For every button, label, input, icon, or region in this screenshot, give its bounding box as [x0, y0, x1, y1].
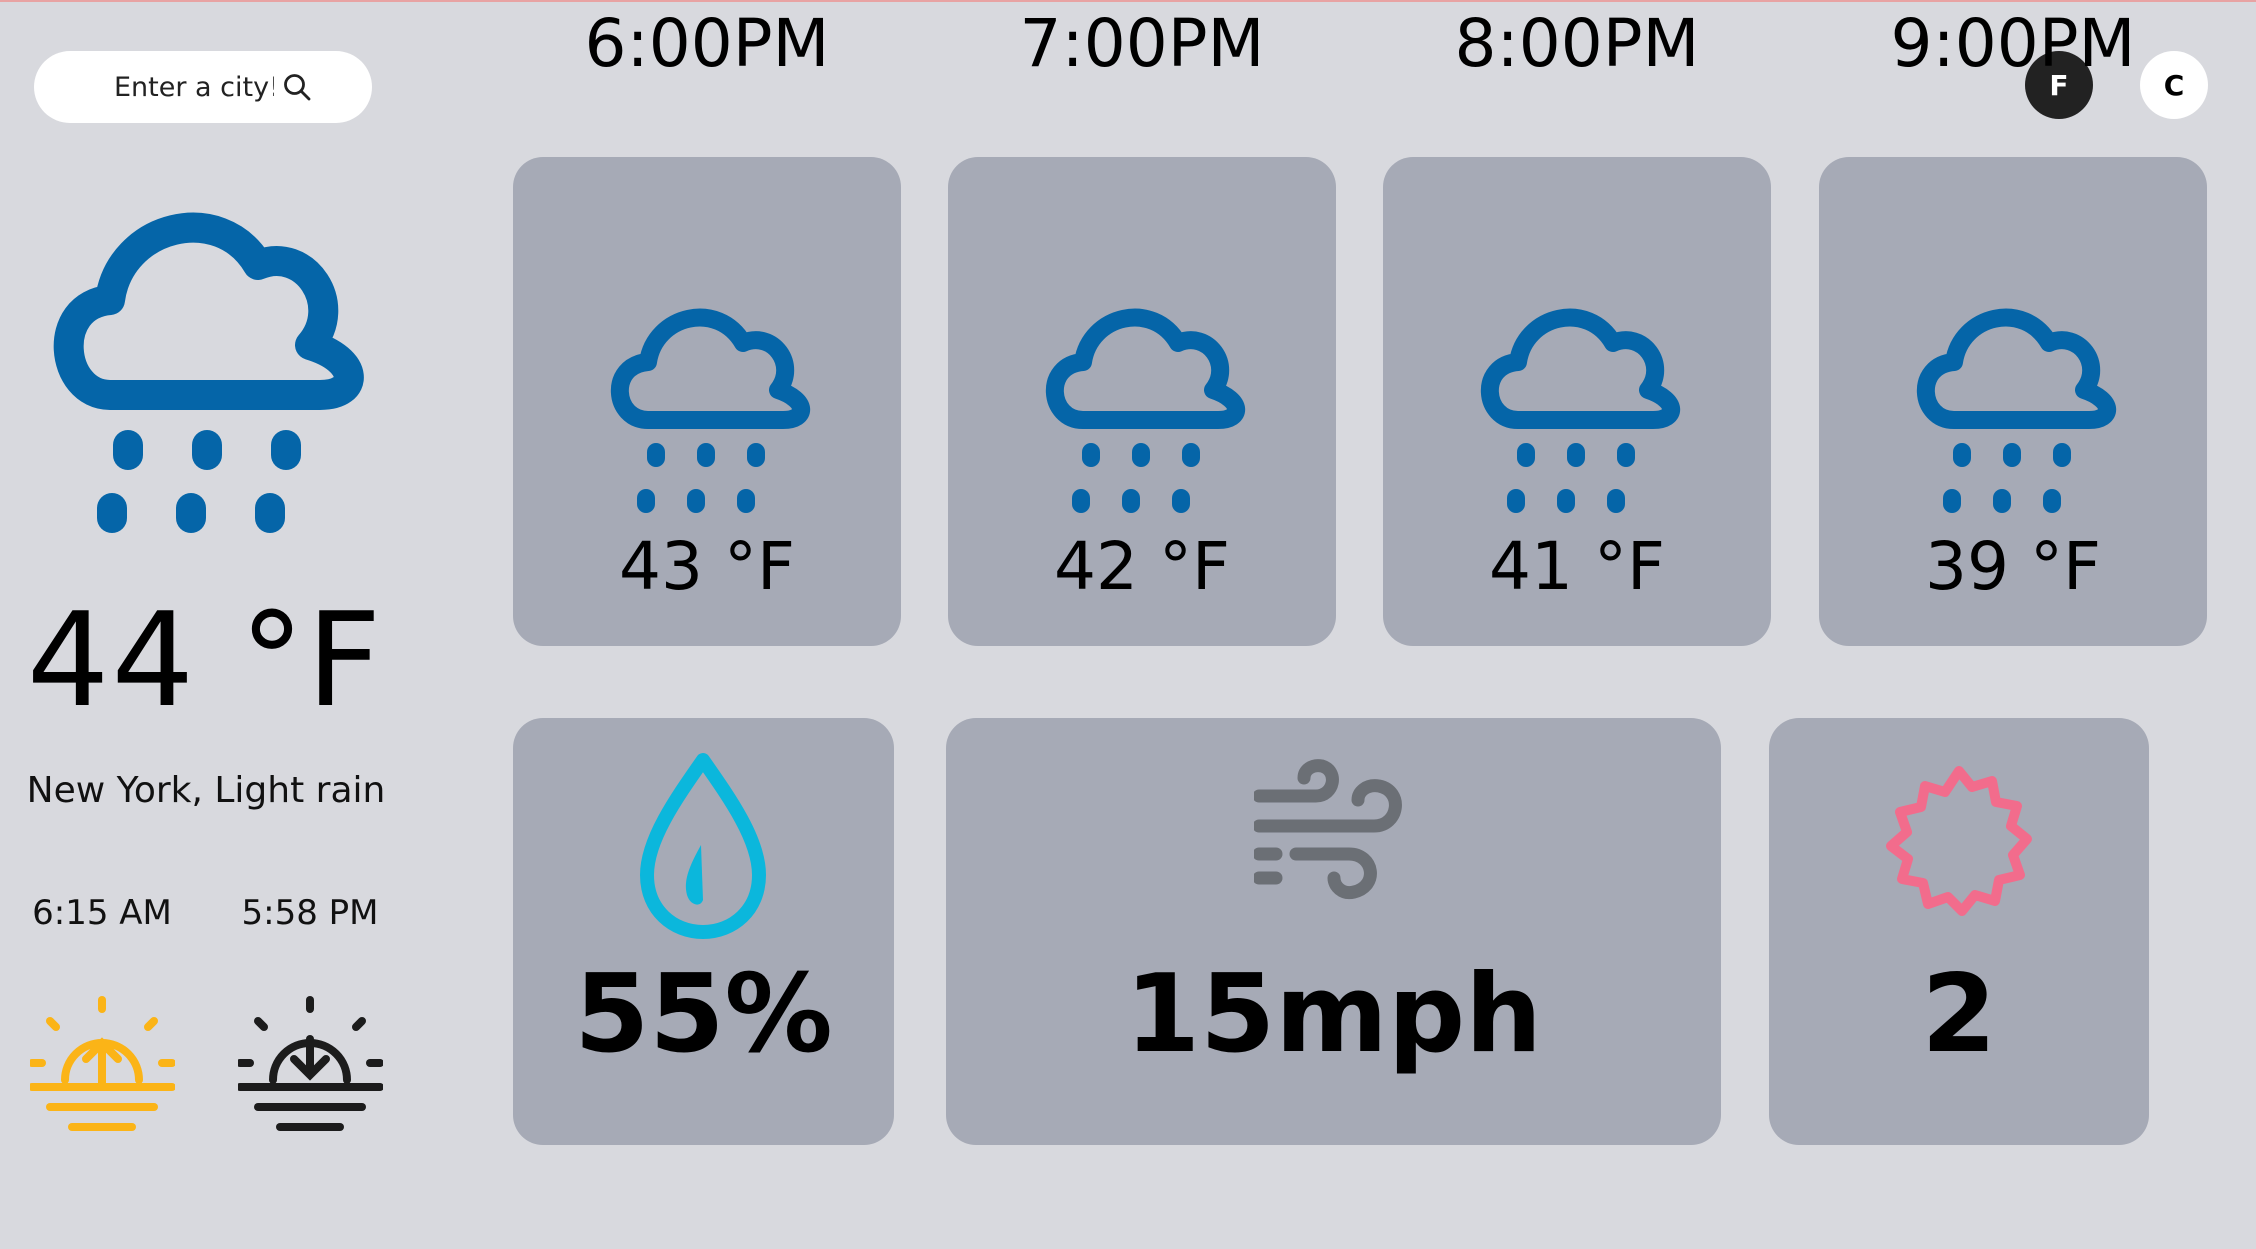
hour-temperature: 42 °F	[1054, 528, 1230, 605]
hour-time: 7:00PM	[1019, 5, 1265, 82]
hour-temperature: 43 °F	[619, 528, 795, 605]
cloud-rain-icon	[1480, 308, 1681, 513]
cloud-rain-icon	[1045, 308, 1246, 513]
droplet-icon	[640, 753, 766, 939]
cloud-rain-icon	[53, 212, 364, 533]
uv-card: 2	[1769, 718, 2149, 1145]
sunset-icon	[238, 996, 383, 1131]
top-border	[0, 0, 2256, 2]
humidity-value: 55%	[574, 952, 833, 1077]
hourly-card: 9:00PM 39 °F	[1819, 5, 2207, 646]
search-icon[interactable]	[282, 72, 312, 102]
search-input[interactable]	[114, 71, 274, 103]
sunrise-time: 6:15 AM	[32, 893, 172, 933]
hourly-card: 7:00PM 42 °F	[948, 5, 1336, 646]
sunset-time: 5:58 PM	[241, 893, 379, 933]
cloud-rain-icon	[1916, 308, 2117, 513]
current-temperature: 44 °F	[26, 584, 384, 736]
wind-card: 15mph	[946, 718, 1721, 1145]
uv-value: 2	[1921, 952, 1997, 1077]
hour-temperature: 39 °F	[1925, 528, 2101, 605]
sun-badge-icon	[1886, 766, 2032, 916]
hour-time: 9:00PM	[1890, 5, 2136, 82]
wind-value: 15mph	[1124, 952, 1543, 1077]
city-search[interactable]	[34, 51, 372, 123]
hourly-card: 8:00PM 41 °F	[1383, 5, 1771, 646]
hourly-card: 6:00PM 43 °F	[513, 5, 901, 646]
cloud-rain-icon	[610, 308, 811, 513]
wind-icon	[1254, 759, 1402, 900]
hour-time: 6:00PM	[584, 5, 830, 82]
hour-temperature: 41 °F	[1489, 528, 1665, 605]
sunrise-icon	[30, 996, 175, 1131]
hour-time: 8:00PM	[1454, 5, 1700, 82]
location-condition: New York, Light rain	[26, 770, 386, 811]
humidity-card: 55%	[513, 718, 894, 1145]
